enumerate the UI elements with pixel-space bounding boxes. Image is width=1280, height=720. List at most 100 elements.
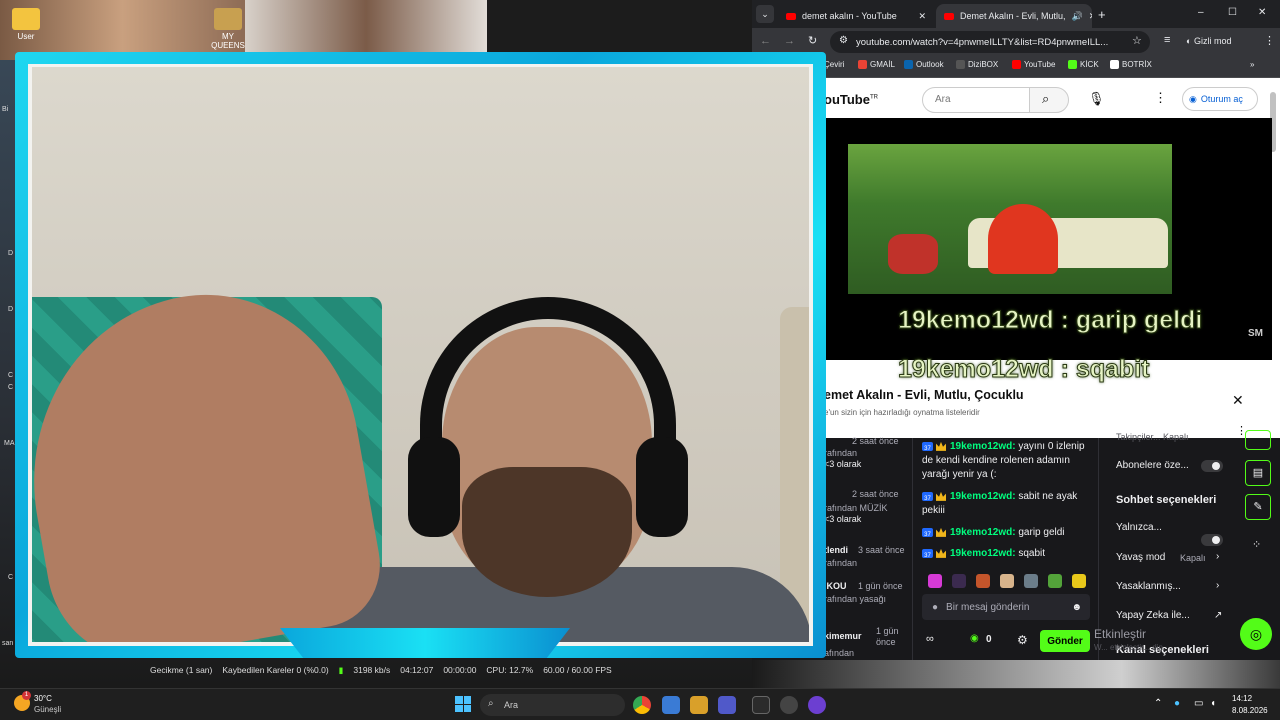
bookmark-item[interactable]: Outlook xyxy=(904,60,944,69)
reading-list-icon[interactable]: ≡ xyxy=(1164,34,1170,46)
volume-icon[interactable]: ◖ xyxy=(1210,698,1216,709)
tab-close-icon[interactable]: ✕ xyxy=(918,11,926,22)
bookmark-star-icon[interactable]: ☆ xyxy=(1132,34,1142,47)
emote-icon[interactable] xyxy=(928,574,942,588)
file-explorer-icon[interactable] xyxy=(690,696,708,714)
back-arrow-icon[interactable]: ← xyxy=(760,35,771,47)
reload-icon[interactable]: ↻ xyxy=(808,34,817,47)
close-window-button[interactable]: ✕ xyxy=(1258,7,1266,18)
points-icon[interactable]: ∞ xyxy=(926,633,934,645)
youtube-icon xyxy=(1012,60,1021,69)
more-bookmarks-button[interactable]: » xyxy=(1250,60,1254,69)
tab-youtube-video[interactable]: Demet Akalın - Evli, Mutlu, 🔊 ✕ xyxy=(936,4,1092,28)
only-toggle[interactable] xyxy=(1201,534,1223,546)
emote-icon[interactable] xyxy=(1000,574,1014,588)
menu-dots-icon[interactable]: ⋮ xyxy=(1264,34,1275,47)
youtube-search-input[interactable]: Ara xyxy=(922,87,1030,113)
start-button[interactable] xyxy=(455,696,471,712)
subscribers-only-toggle[interactable] xyxy=(1201,460,1223,472)
banned-label[interactable]: Yasaklanmış... xyxy=(1116,581,1181,592)
desktop-icon-my-queens[interactable]: MY QUEENS xyxy=(206,8,250,50)
display-icon[interactable]: ▭ xyxy=(1194,698,1203,709)
microphone-icon[interactable]: ● xyxy=(1174,698,1180,709)
clock-time[interactable]: 14:12 xyxy=(1232,694,1252,703)
minimize-button[interactable]: – xyxy=(1198,7,1204,18)
chevron-right-icon[interactable]: › xyxy=(1216,551,1219,562)
chevron-right-icon[interactable]: › xyxy=(1216,580,1219,591)
message-placeholder: Bir mesaj gönderin xyxy=(946,601,1030,613)
chrome-icon[interactable] xyxy=(633,696,651,714)
ai-moderation-label[interactable]: Yapay Zeka ile... xyxy=(1116,610,1190,621)
chat-username[interactable]: 19kemo12wd: xyxy=(950,527,1016,538)
tab-title: demet akalın - YouTube xyxy=(802,11,897,21)
app-icon[interactable] xyxy=(808,696,826,714)
emote-icon[interactable] xyxy=(1048,574,1062,588)
bookmark-item[interactable]: BOTRİX xyxy=(1110,60,1152,69)
chevron-up-icon[interactable]: ⌃ xyxy=(1154,698,1162,709)
chat-username[interactable]: 19kemo12wd: xyxy=(950,441,1016,452)
folder-icon xyxy=(12,8,40,30)
tab-close-icon[interactable]: ✕ xyxy=(1089,11,1092,22)
emote-icon[interactable] xyxy=(952,574,966,588)
weather-desc: Güneşli xyxy=(34,705,62,714)
external-link-icon[interactable]: ↗ xyxy=(1214,610,1222,621)
obs-live-time: 04:12:07 xyxy=(400,665,434,675)
taskbar-search[interactable]: ⌕ Ara xyxy=(480,694,625,716)
teams-icon[interactable] xyxy=(718,696,736,714)
send-button[interactable]: Gönder xyxy=(1040,630,1090,652)
forward-arrow-icon[interactable]: → xyxy=(784,35,795,47)
chat-message-input[interactable]: ● Bir mesaj gönderin ☻ xyxy=(922,594,1090,620)
playlist-subtitle: e'un sizin için hazırladığı oynatma list… xyxy=(824,408,980,417)
desktop-icon-user[interactable]: User xyxy=(4,8,48,41)
epic-games-icon[interactable] xyxy=(752,696,770,714)
search-icon: ⌕ xyxy=(488,698,494,709)
close-icon[interactable]: ✕ xyxy=(1232,392,1244,409)
settings-dots-icon[interactable]: ⋮ xyxy=(1154,90,1167,106)
chat-username[interactable]: 19kemo12wd: xyxy=(950,491,1016,502)
apps-icon[interactable]: ⁘ xyxy=(1252,538,1261,551)
stream-chat-overlay: 19kemo12wd : garip geldi xyxy=(897,306,1203,335)
subscriber-badge: 37 xyxy=(922,548,933,559)
obs-rec-time: 00:00:00 xyxy=(443,665,477,675)
dizibox-icon xyxy=(956,60,965,69)
incognito-indicator[interactable]: ◐ Gizli mod xyxy=(1186,36,1231,46)
bookmark-item[interactable]: GMAİL xyxy=(858,60,895,69)
address-bar[interactable]: ⚙ youtube.com/watch?v=4pnwmeILLTY&list=R… xyxy=(830,31,1150,53)
youtube-logo[interactable]: ouTubeTR xyxy=(824,92,878,107)
wrench-icon[interactable]: ✎ xyxy=(1245,494,1271,520)
emote-icon[interactable] xyxy=(976,574,990,588)
emote-icon[interactable] xyxy=(1072,574,1086,588)
chat-settings-icon[interactable]: ⚙ xyxy=(1017,633,1028,647)
support-icon[interactable]: ◎ xyxy=(1240,618,1272,650)
event-time: 1 gün önce xyxy=(876,626,899,647)
slow-mode-label[interactable]: Yavaş mod xyxy=(1116,552,1165,563)
overlay-tab xyxy=(280,628,570,658)
microphone-icon[interactable]: 🎙 xyxy=(1088,91,1105,107)
playlist-title[interactable]: emet Akalın - Evli, Mutlu, Çocuklu xyxy=(824,388,1024,402)
signin-button[interactable]: ◉ Oturum aç xyxy=(1182,87,1258,111)
kick-dashboard: 2 saat önce rafından <3 olarak 2 saat ön… xyxy=(752,430,1280,660)
youtube-search-button[interactable]: ⌕ xyxy=(1029,87,1069,113)
emote-icon[interactable] xyxy=(1024,574,1038,588)
maximize-button[interactable]: ☐ xyxy=(1228,7,1237,18)
bookmark-item[interactable]: KİCK xyxy=(1068,60,1099,69)
chat-username[interactable]: 19kemo12wd: xyxy=(950,548,1016,559)
site-info-icon[interactable]: ⚙ xyxy=(839,35,848,46)
crown-icon xyxy=(936,491,946,501)
smiley-icon[interactable]: ☻ xyxy=(1071,602,1082,613)
stack-icon[interactable]: ▤ xyxy=(1245,460,1271,486)
bookmarks-bar: Çeviri GMAİL Outlook DiziBOX YouTube KİC… xyxy=(752,56,1280,78)
tab-youtube-search[interactable]: demet akalın - YouTube ✕ xyxy=(778,4,934,28)
bookmark-item[interactable]: YouTube xyxy=(1012,60,1055,69)
browser-toolbar: ← → ↻ ⚙ youtube.com/watch?v=4pnwmeILLTY&… xyxy=(752,28,1280,56)
rail-button[interactable] xyxy=(1245,430,1271,450)
app-icon[interactable] xyxy=(662,696,680,714)
bookmark-item[interactable]: Çeviri xyxy=(824,60,844,69)
clock-date[interactable]: 8.08.2026 xyxy=(1232,706,1268,715)
bookmark-item[interactable]: DiziBOX xyxy=(956,60,998,69)
new-tab-button[interactable]: + xyxy=(1098,7,1106,22)
obs-icon[interactable] xyxy=(780,696,798,714)
audio-icon[interactable]: 🔊 xyxy=(1072,11,1083,22)
crown-icon xyxy=(936,441,946,451)
tab-search-button[interactable]: ⌄ xyxy=(756,5,774,23)
